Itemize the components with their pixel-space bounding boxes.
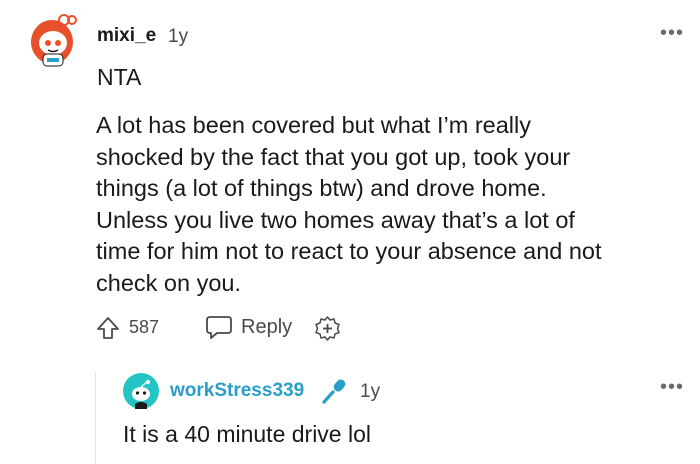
upvote-arrow-icon xyxy=(97,317,119,339)
add-award-button[interactable] xyxy=(314,315,341,342)
snoo-avatar-icon xyxy=(31,14,77,67)
reply-more-options-icon[interactable]: ••• xyxy=(660,376,684,399)
comment-body: A lot has been covered but what I’m real… xyxy=(96,112,602,296)
reply-username[interactable]: workStress339 xyxy=(170,380,304,402)
more-options-icon[interactable]: ••• xyxy=(660,22,684,45)
upvote-button[interactable] xyxy=(95,315,121,341)
reply-body: It is a 40 minute drive lol xyxy=(123,421,372,447)
vote-score: 587 xyxy=(129,317,160,337)
speech-bubble-icon xyxy=(206,316,232,339)
thread-line[interactable] xyxy=(95,372,96,464)
reply-age: 1y xyxy=(360,381,381,402)
reply-user-avatar[interactable] xyxy=(123,373,159,409)
comment-verdict: NTA xyxy=(97,64,142,90)
user-avatar[interactable] xyxy=(28,12,80,68)
add-award-icon xyxy=(315,316,340,341)
comment-age: 1y xyxy=(168,26,189,47)
snoo-avatar-icon xyxy=(123,373,159,409)
reply-label: Reply xyxy=(241,315,293,338)
comment-username[interactable]: mixi_e xyxy=(97,25,156,47)
microphone-icon xyxy=(320,377,348,405)
reply-button[interactable]: Reply xyxy=(205,313,292,341)
